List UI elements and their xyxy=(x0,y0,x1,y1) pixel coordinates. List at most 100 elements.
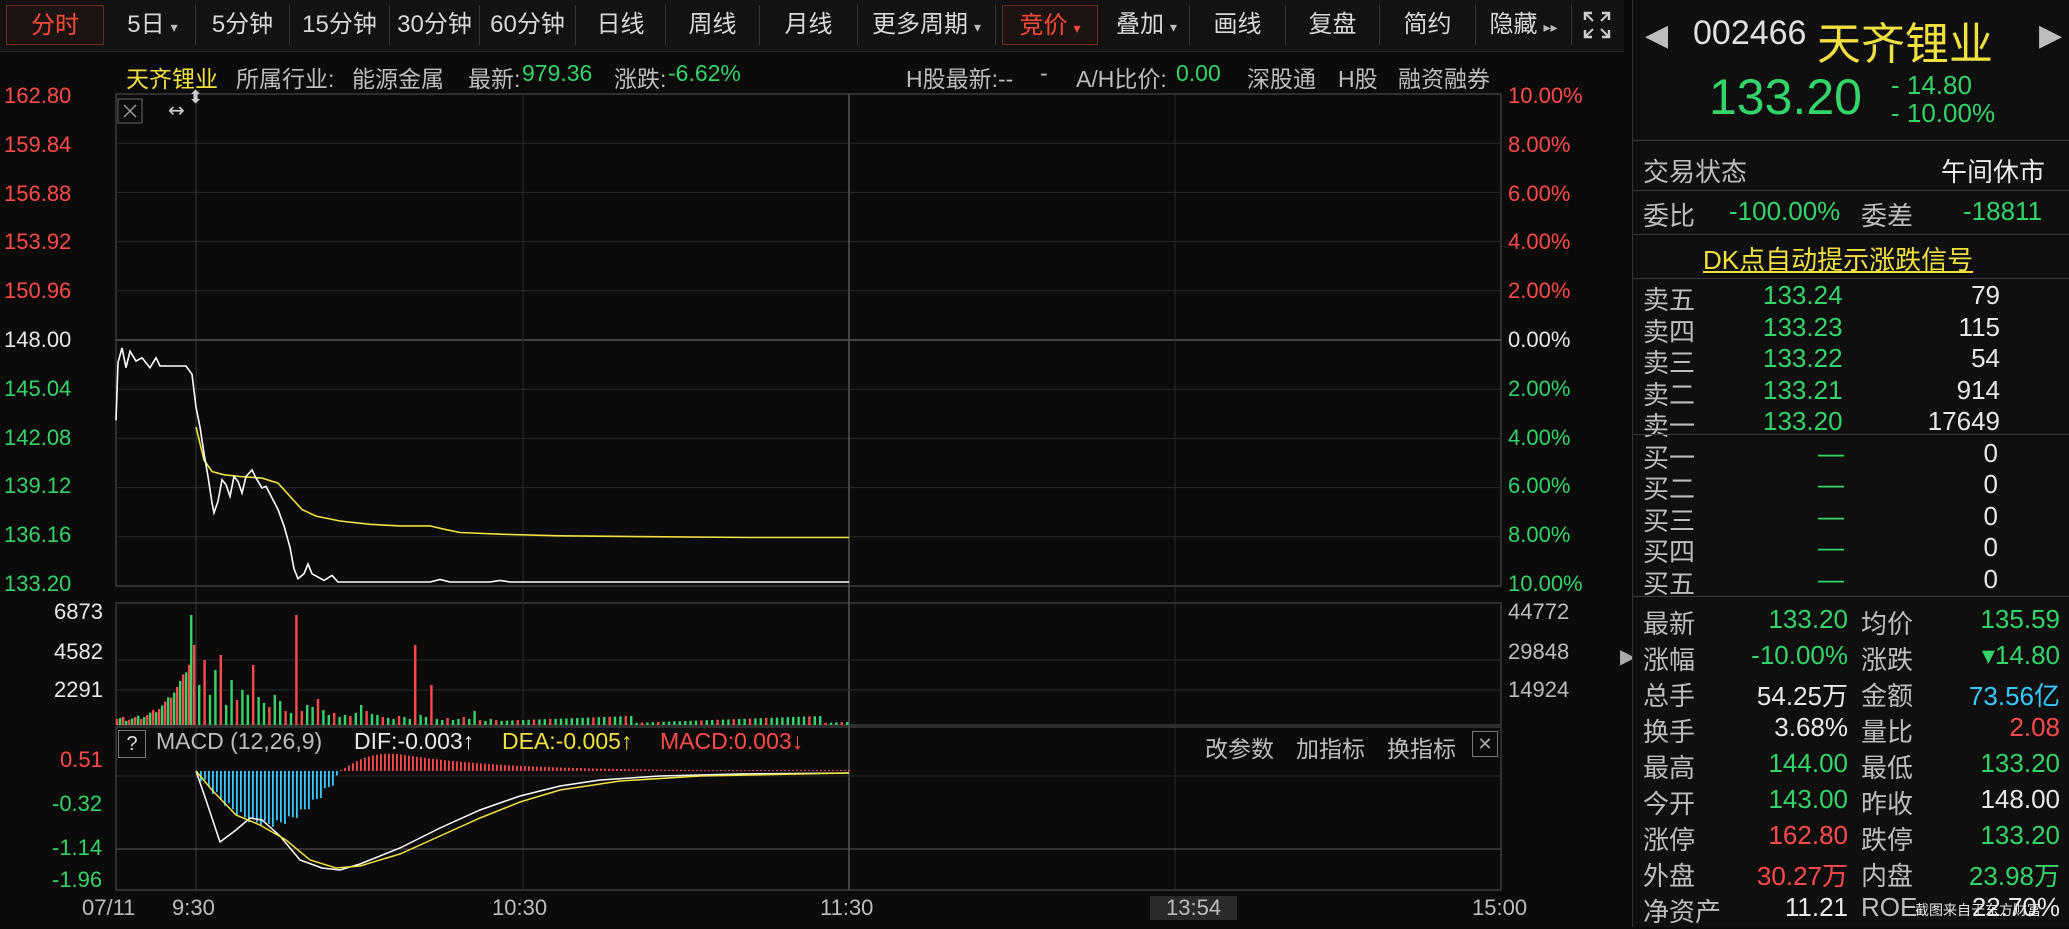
prev-stock-arrow[interactable]: ◀ xyxy=(1645,18,1668,53)
ask-row[interactable]: 卖四 133.23 115 xyxy=(1633,312,2069,347)
ask-row[interactable]: 卖三 133.22 54 xyxy=(1633,343,2069,378)
volume-bar xyxy=(185,672,188,725)
volume-bar xyxy=(684,721,687,725)
divider xyxy=(1633,596,2069,597)
stat-row: 涨幅 -10.00% 涨跌 ▾14.80 xyxy=(1633,640,2069,675)
macd-bar xyxy=(360,759,362,771)
next-stock-arrow[interactable]: ▶ xyxy=(2039,18,2062,53)
volume-bar xyxy=(322,710,325,725)
macd-bar xyxy=(656,769,658,771)
volume-bar xyxy=(155,712,158,725)
macd-bar xyxy=(804,770,806,771)
volume-bar xyxy=(516,720,519,725)
volume-bar xyxy=(748,718,752,725)
bid-row[interactable]: 买二 —0 xyxy=(1633,469,2069,504)
bid-row[interactable]: 买一 —0 xyxy=(1633,438,2069,473)
volume-bar xyxy=(349,716,352,725)
add-indicator-button[interactable]: 加指标 xyxy=(1296,730,1365,764)
macd-bar xyxy=(348,765,350,771)
volume-bar xyxy=(289,713,293,725)
volume-bar xyxy=(619,716,622,725)
macd-bar xyxy=(388,753,390,771)
edit-params-button[interactable]: 改参数 xyxy=(1205,730,1274,764)
macd-bar xyxy=(548,767,550,771)
volume-bar xyxy=(770,717,773,725)
volume-bar xyxy=(705,720,708,725)
bid-row[interactable]: 买四 —0 xyxy=(1633,532,2069,567)
divider xyxy=(1633,434,2069,435)
volume-bar xyxy=(198,685,201,725)
volume-bar xyxy=(333,713,336,725)
bid-row[interactable]: 买三 —0 xyxy=(1633,501,2069,536)
macd-bar xyxy=(376,754,378,771)
stat-row: 最新 133.20 均价 135.59 xyxy=(1633,604,2069,639)
level-volume: 0 xyxy=(1983,563,1998,594)
macd-bar xyxy=(744,770,746,771)
volume-bar xyxy=(727,719,730,725)
collapse-panel-arrow[interactable]: ▶ xyxy=(1620,632,1635,682)
macd-help-button[interactable]: ? xyxy=(118,730,146,758)
macd-bar xyxy=(552,767,554,771)
stat-value: 73.56亿 xyxy=(1968,681,2060,711)
intraday-chart[interactable]: ↔ ⬍ xyxy=(0,0,1632,927)
bid-row[interactable]: 买五 — 0 xyxy=(1633,563,2069,599)
volume-bar xyxy=(137,715,140,725)
macd-bar xyxy=(784,770,786,771)
volume-bar xyxy=(495,720,498,725)
macd-bar xyxy=(300,771,302,810)
macd-bar xyxy=(820,770,822,771)
volume-bar xyxy=(786,717,789,725)
macd-bar xyxy=(344,768,346,771)
macd-bar xyxy=(364,757,366,771)
volume-bar xyxy=(408,719,411,725)
switch-indicator-button[interactable]: 换指标 xyxy=(1387,730,1456,764)
volume-bar xyxy=(176,687,179,725)
macd-bar xyxy=(256,771,258,823)
macd-bar xyxy=(416,756,418,771)
macd-bar xyxy=(636,769,638,771)
close-indicator-button[interactable]: ✕ xyxy=(1472,731,1498,757)
volume-bar xyxy=(193,645,196,725)
macd-bar xyxy=(496,764,498,771)
volume-bar xyxy=(190,615,193,725)
macd-bar xyxy=(392,753,394,771)
macd-bar xyxy=(564,767,566,771)
volume-bar xyxy=(225,705,228,725)
volume-bar xyxy=(122,716,125,725)
macd-dif-value: DIF:-0.003↑ xyxy=(354,728,475,754)
macd-bar xyxy=(240,771,242,812)
volume-bar xyxy=(170,697,173,725)
stat-row: 总手 54.25万 金额 73.56亿 xyxy=(1633,676,2069,711)
macd-bar xyxy=(304,771,306,810)
macd-title[interactable]: MACD (12,26,9) xyxy=(156,728,322,755)
macd-bar xyxy=(676,769,678,771)
volume-bar xyxy=(813,716,816,725)
macd-bar xyxy=(400,754,402,771)
macd-bar xyxy=(312,771,314,800)
stat-label: 最新 xyxy=(1643,609,1696,639)
macd-bar xyxy=(536,766,538,771)
macd-bar xyxy=(216,771,218,793)
macd-bar xyxy=(380,754,382,771)
level-price: — xyxy=(1818,563,1844,594)
volume-bar xyxy=(446,718,449,725)
close-icon: ✕ xyxy=(1477,734,1493,754)
volume-panel-frame xyxy=(115,602,1502,726)
stat-label: 总手 xyxy=(1643,681,1696,711)
volume-bar xyxy=(182,674,185,725)
macd-bar xyxy=(544,766,546,771)
volume-bar xyxy=(678,721,681,725)
dk-signal-link[interactable]: DK点自动提示涨跌信号 xyxy=(1703,240,1973,277)
macd-bar xyxy=(848,770,850,771)
macd-bar xyxy=(252,771,254,818)
stat-label: 内盘 xyxy=(1861,861,1914,891)
volume-bar xyxy=(316,699,320,725)
volume-bar xyxy=(732,719,735,725)
macd-bar xyxy=(484,763,486,771)
volume-bar xyxy=(360,705,363,725)
level-price: 133.20 xyxy=(1763,406,1843,436)
ask-row[interactable]: 卖五 133.24 79 xyxy=(1633,280,2069,315)
volume-bar xyxy=(140,718,143,725)
ask-row[interactable]: 卖二 133.21 914 xyxy=(1633,375,2069,410)
ask-row[interactable]: 卖一 133.20 17649 xyxy=(1633,406,2069,441)
